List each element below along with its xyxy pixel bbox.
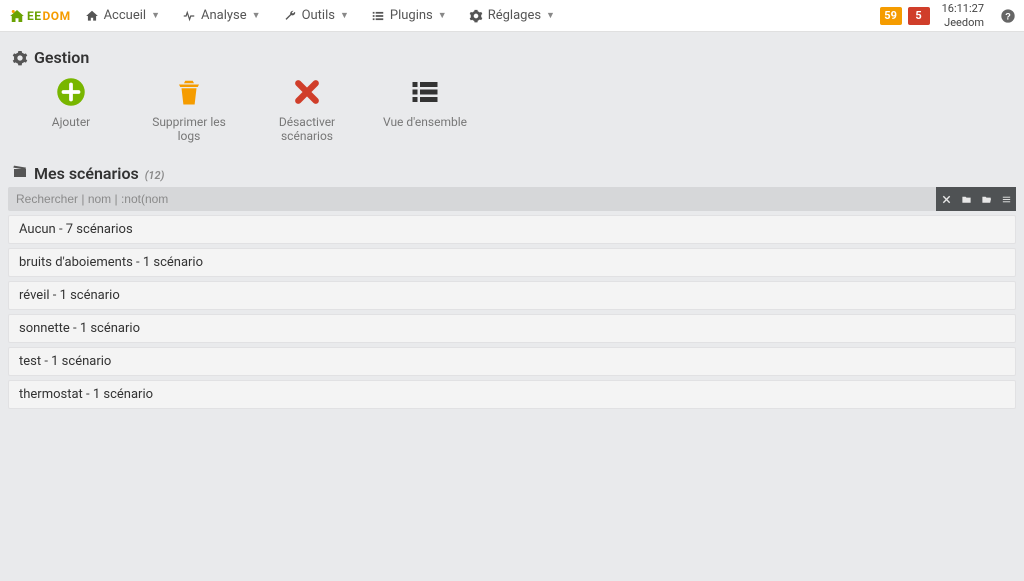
action-label: Désactiver scénarios — [262, 115, 352, 143]
group-label: test - 1 scénario — [19, 354, 111, 369]
bars-icon — [1001, 194, 1012, 205]
home-icon — [85, 9, 99, 23]
gear-icon — [469, 9, 483, 23]
logo-house-icon — [8, 7, 26, 25]
scenario-group[interactable]: thermostat - 1 scénario — [8, 380, 1016, 409]
notification-badge-orange[interactable]: 59 — [880, 7, 902, 25]
list-ul-icon — [410, 77, 440, 107]
wrench-icon — [283, 9, 297, 23]
nav-label: Réglages — [488, 8, 541, 23]
nav-label: Outils — [302, 8, 335, 23]
search-row — [8, 187, 1016, 211]
action-supprimer-logs[interactable]: Supprimer les logs — [144, 77, 234, 143]
nav-reglages[interactable]: Réglages ▼ — [461, 4, 563, 27]
scenario-group[interactable]: sonnette - 1 scénario — [8, 314, 1016, 343]
nav-label: Analyse — [201, 8, 247, 23]
times-icon — [292, 77, 322, 107]
action-vue-ensemble[interactable]: Vue d'ensemble — [380, 77, 470, 143]
action-label: Ajouter — [52, 115, 91, 129]
nav-plugins[interactable]: Plugins ▼ — [363, 4, 455, 27]
nav-accueil[interactable]: Accueil ▼ — [77, 4, 168, 27]
search-input[interactable] — [8, 187, 936, 211]
caret-down-icon: ▼ — [151, 10, 160, 21]
folder-open-icon — [981, 194, 992, 205]
scenarios-count: (12) — [145, 169, 165, 182]
nav-label: Accueil — [104, 8, 146, 23]
help-icon[interactable]: ? — [1000, 8, 1016, 24]
user-name: Jeedom — [944, 16, 984, 29]
times-icon — [941, 194, 952, 205]
caret-down-icon: ▼ — [340, 10, 349, 21]
logo[interactable]: EEDOM — [8, 7, 71, 25]
nav-analyse[interactable]: Analyse ▼ — [174, 4, 269, 27]
group-label: sonnette - 1 scénario — [19, 321, 140, 336]
scenario-group[interactable]: test - 1 scénario — [8, 347, 1016, 376]
notification-badge-red[interactable]: 5 — [908, 7, 930, 25]
folder-expand-button[interactable] — [976, 187, 996, 211]
scenario-group[interactable]: bruits d'aboiements - 1 scénario — [8, 248, 1016, 277]
svg-text:?: ? — [1005, 11, 1011, 21]
folder-icon — [961, 194, 972, 205]
heartbeat-icon — [182, 9, 196, 23]
scenarios-heading: Mes scénarios (12) — [12, 163, 1016, 183]
list-icon — [371, 9, 385, 23]
gestion-title: Gestion — [34, 48, 89, 67]
clock-user: 16:11:27 Jeedom — [942, 2, 984, 28]
nav-label: Plugins — [390, 8, 433, 23]
action-label: Supprimer les logs — [144, 115, 234, 143]
clapper-icon — [12, 163, 28, 179]
trash-icon — [174, 77, 204, 107]
group-label: thermostat - 1 scénario — [19, 387, 153, 402]
scenario-group[interactable]: Aucun - 7 scénarios — [8, 215, 1016, 244]
scenario-group[interactable]: réveil - 1 scénario — [8, 281, 1016, 310]
gestion-heading: Gestion — [12, 48, 1016, 67]
action-desactiver-scenarios[interactable]: Désactiver scénarios — [262, 77, 352, 143]
gear-icon — [12, 50, 28, 66]
folder-collapse-button[interactable] — [956, 187, 976, 211]
group-label: Aucun - 7 scénarios — [19, 222, 133, 237]
action-label: Vue d'ensemble — [383, 115, 467, 129]
caret-down-icon: ▼ — [252, 10, 261, 21]
caret-down-icon: ▼ — [546, 10, 555, 21]
action-ajouter[interactable]: Ajouter — [26, 77, 116, 143]
clock-time: 16:11:27 — [942, 2, 984, 15]
search-clear-button[interactable] — [936, 187, 956, 211]
gestion-actions: Ajouter Supprimer les logs Désactiver sc… — [8, 73, 1016, 155]
menu-button[interactable] — [996, 187, 1016, 211]
group-label: bruits d'aboiements - 1 scénario — [19, 255, 203, 270]
group-label: réveil - 1 scénario — [19, 288, 120, 303]
caret-down-icon: ▼ — [438, 10, 447, 21]
nav-outils[interactable]: Outils ▼ — [275, 4, 357, 27]
navbar: EEDOM Accueil ▼ Analyse ▼ Outils ▼ Plugi… — [0, 0, 1024, 32]
plus-circle-icon — [56, 77, 86, 107]
scenarios-title: Mes scénarios — [34, 164, 139, 183]
